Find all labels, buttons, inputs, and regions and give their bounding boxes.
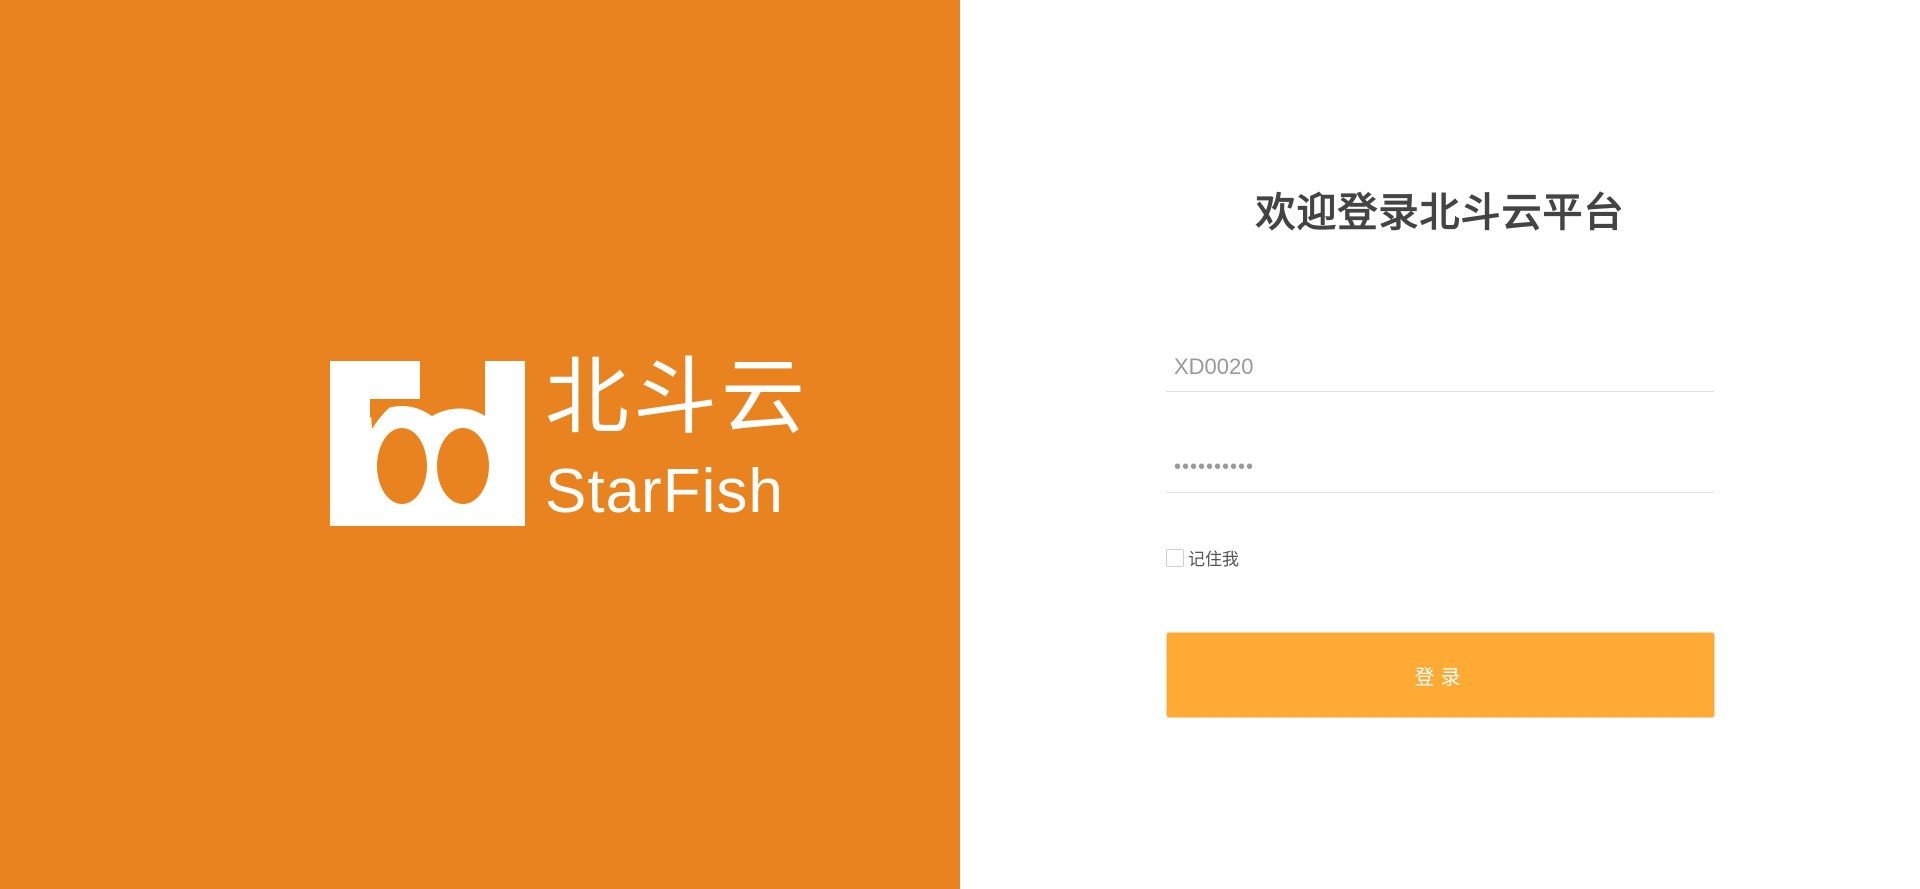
- remember-me-checkbox[interactable]: [1166, 548, 1184, 567]
- brand-logo: 北斗云 StarFish: [330, 355, 810, 526]
- username-input[interactable]: [1166, 342, 1714, 392]
- page-title: 欢迎登录北斗云平台: [1255, 190, 1625, 236]
- login-form-panel: 欢迎登录北斗云平台 记住我 登录: [960, 0, 1920, 889]
- password-input[interactable]: [1166, 443, 1714, 493]
- login-button[interactable]: 登录: [1166, 632, 1715, 718]
- bd-logo-mark-icon: [330, 361, 525, 526]
- login-page: 北斗云 StarFish 欢迎登录北斗云平台 记住我 登录: [0, 0, 1920, 889]
- remember-me[interactable]: 记住我: [1166, 545, 1239, 570]
- brand-panel: 北斗云 StarFish: [0, 0, 960, 889]
- remember-me-label: 记住我: [1188, 550, 1239, 570]
- brand-name-cn: 北斗云: [545, 348, 810, 446]
- brand-name-en: StarFish: [545, 457, 784, 526]
